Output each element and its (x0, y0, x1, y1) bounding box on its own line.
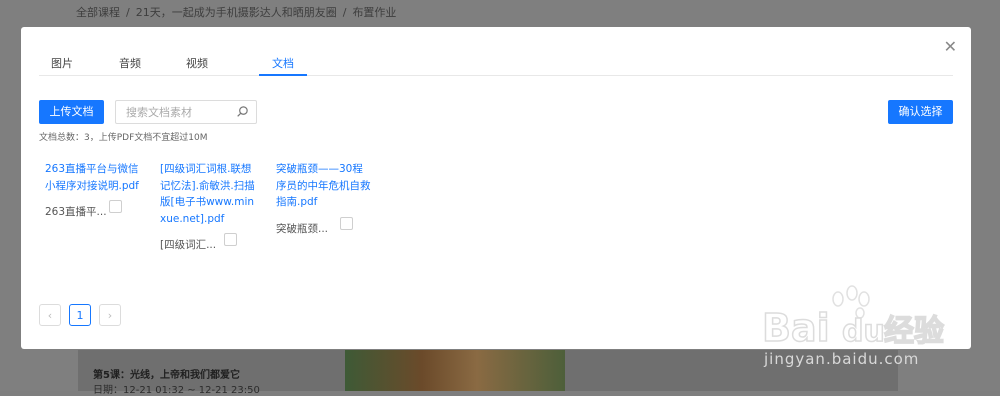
tab-images[interactable]: 图片 (51, 55, 73, 71)
watermark-url: jingyan.baidu.com (764, 350, 920, 368)
breadcrumb-item: 布置作业 (352, 6, 397, 19)
search-icon[interactable] (236, 105, 249, 118)
active-tab-indicator (259, 74, 307, 76)
document-title-link[interactable]: 突破瓶颈——30程序员的中年危机自救指南.pdf (276, 161, 371, 211)
breadcrumb-item: 21天，一起成为手机摄影达人和晒朋友圈 (135, 6, 337, 19)
document-card: 263直播平台与微信小程序对接说明.pdf 263直播平... (45, 161, 140, 218)
prev-page-button[interactable]: ‹ (39, 304, 61, 326)
search-input[interactable] (124, 105, 238, 120)
page-number-button[interactable]: 1 (69, 304, 91, 326)
document-checkbox[interactable] (109, 200, 122, 213)
confirm-selection-button[interactable]: 确认选择 (888, 100, 953, 124)
tab-video[interactable]: 视频 (186, 55, 208, 71)
tab-audio[interactable]: 音频 (119, 55, 141, 71)
watermark-label: 经验 (884, 314, 944, 349)
lesson-date: 日期：12-21 01:32 ~ 12-21 23:50 (93, 385, 260, 396)
document-title-link[interactable]: 263直播平台与微信小程序对接说明.pdf (45, 161, 140, 194)
breadcrumb: 全部课程/21天，一起成为手机摄影达人和晒朋友圈 / 布置作业 (76, 6, 397, 19)
next-page-button[interactable]: › (99, 304, 121, 326)
document-title-link[interactable]: [四级词汇词根.联想记忆法].俞敏洪.扫描版[电子书www.minxue.net… (160, 161, 255, 227)
tab-documents[interactable]: 文档 (272, 55, 294, 71)
document-short-name: 突破瓶颈... (276, 222, 329, 235)
tab-bar: 图片 音频 视频 文档 (39, 49, 953, 76)
document-card: 突破瓶颈——30程序员的中年危机自救指南.pdf 突破瓶颈... (276, 161, 371, 235)
watermark-brand-suffix: du (842, 314, 885, 349)
document-checkbox[interactable] (340, 216, 353, 230)
document-short-name: [四级词汇... (160, 239, 217, 251)
lesson-title: 第5课：光线，上帝和我们都爱它 (93, 370, 240, 381)
document-short-name: 263直播平... (45, 206, 107, 218)
breadcrumb-item: 全部课程 (76, 6, 120, 19)
background-photo (345, 350, 565, 391)
document-stats: 文档总数：3，上传PDF文档不宜超过10M (39, 133, 208, 143)
watermark-brand: Bai (762, 306, 830, 350)
search-box (115, 100, 257, 124)
upload-document-button[interactable]: 上传文档 (39, 100, 104, 124)
document-card: [四级词汇词根.联想记忆法].俞敏洪.扫描版[电子书www.minxue.net… (160, 161, 255, 251)
document-checkbox[interactable] (224, 233, 237, 246)
